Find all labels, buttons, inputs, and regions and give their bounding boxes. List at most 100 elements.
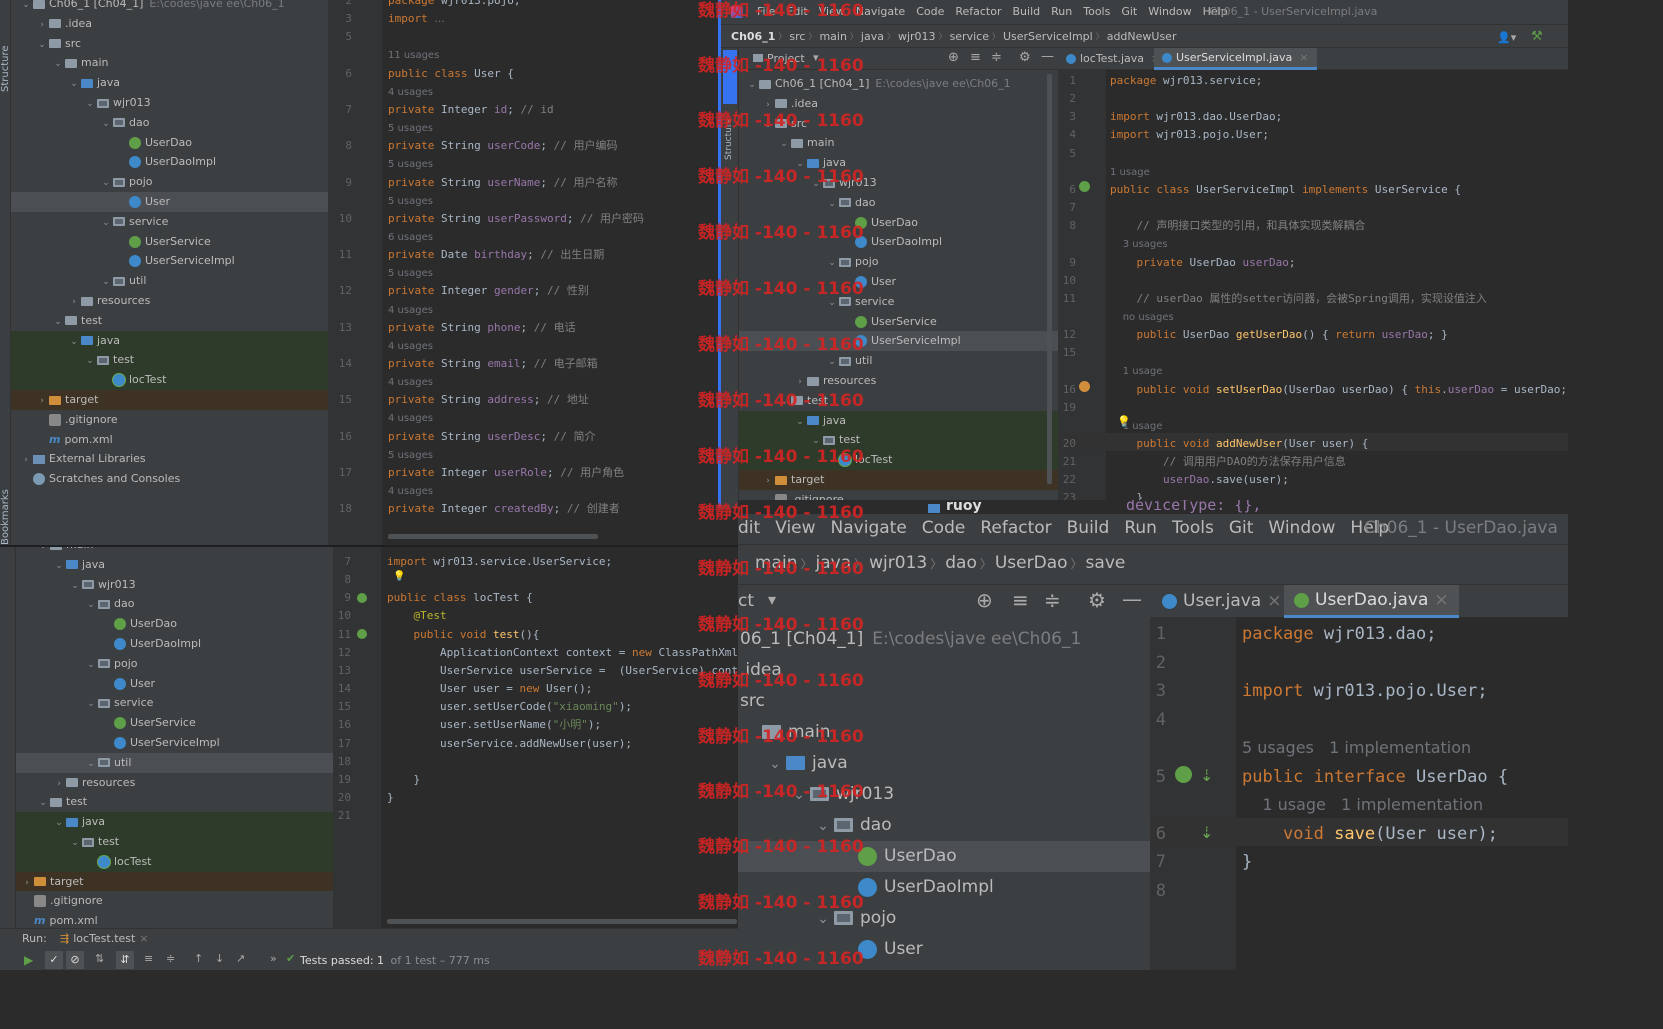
usages-hint-text[interactable]: 5 usages 1 implementation bbox=[1242, 738, 1471, 757]
tree-folder-row[interactable]: ⌄ service bbox=[16, 693, 333, 713]
chevron-down-icon[interactable]: ⌄ bbox=[36, 794, 50, 812]
bl-h-scrollbar[interactable] bbox=[387, 919, 737, 924]
sort-alpha-icon[interactable]: ⇅ bbox=[95, 952, 104, 965]
usages-hint-text[interactable]: 4 usages bbox=[388, 341, 433, 352]
usages-hint-text[interactable]: 11 usages bbox=[388, 50, 439, 61]
expand-all-icon[interactable]: ≡ bbox=[970, 50, 981, 65]
tr-structure-tab[interactable]: Structure bbox=[724, 110, 734, 160]
breadcrumb-item[interactable]: wjr013 bbox=[869, 553, 927, 573]
chevron-down-icon[interactable]: ⌄ bbox=[825, 294, 839, 312]
tree-file-row[interactable]: locTest bbox=[11, 370, 328, 390]
tree-folder-row[interactable]: ⌄ wjr013 bbox=[16, 575, 333, 595]
tab-userdao-java[interactable]: UserDao.java × bbox=[1284, 585, 1459, 618]
menu-item[interactable]: Tools bbox=[1083, 5, 1110, 18]
usages-hint-text[interactable]: 1 usage bbox=[1110, 366, 1163, 377]
close-icon[interactable]: × bbox=[1299, 51, 1308, 64]
chevron-down-icon[interactable]: ⌄ bbox=[52, 557, 66, 575]
chevron-down-icon[interactable]: ⌄ bbox=[35, 36, 49, 54]
tree-folder-row[interactable]: ⌄ java bbox=[739, 410, 1058, 431]
tree-folder-row[interactable]: ⌄ Ch06_1 [Ch04_1] E:\codes\jave ee\Ch06_1 bbox=[11, 0, 328, 14]
user-icon[interactable]: 👤▾ bbox=[1497, 31, 1516, 44]
chevron-down-icon[interactable]: ⌄ bbox=[777, 393, 791, 411]
run-test-gutter-icon[interactable] bbox=[357, 593, 367, 603]
chevron-down-icon[interactable]: ⌄ bbox=[67, 333, 81, 351]
tree-folder-row[interactable]: › resources bbox=[11, 291, 328, 311]
tree-folder-row[interactable]: ⌄ wjr013 bbox=[739, 173, 1058, 193]
tree-file-row[interactable]: locTest bbox=[16, 851, 333, 872]
chevron-down-icon[interactable]: ⌄ bbox=[825, 254, 839, 272]
chevron-down-icon[interactable]: ⌄ bbox=[825, 195, 839, 213]
tr-project-dropdown-icon[interactable]: ▾ bbox=[813, 51, 819, 64]
chevron-down-icon[interactable]: ⌄ bbox=[84, 695, 98, 713]
tree-file-row[interactable]: User bbox=[11, 192, 328, 212]
menu-item[interactable]: Code bbox=[916, 5, 944, 18]
tree-folder-row[interactable]: .idea bbox=[738, 655, 1150, 686]
chevron-down-icon[interactable]: ⌄ bbox=[51, 55, 65, 73]
tree-folder-row[interactable]: ⌄ wjr013 bbox=[738, 779, 1150, 810]
breadcrumb-item[interactable]: addNewUser bbox=[1107, 30, 1177, 43]
chevron-down-icon[interactable]: ⌄ bbox=[36, 547, 50, 555]
tree-file-row[interactable]: UserDaoImpl bbox=[11, 152, 328, 172]
chevron-down-icon[interactable]: ⌄ bbox=[68, 834, 82, 852]
tree-folder-row[interactable]: .gitignore bbox=[11, 410, 328, 430]
tree-folder-row[interactable]: ⌄ test bbox=[16, 832, 333, 852]
menu-item[interactable]: Git bbox=[1121, 5, 1137, 18]
tree-file-row[interactable]: UserDao bbox=[739, 213, 1058, 233]
tree-file-row[interactable]: UserServiceImpl bbox=[739, 331, 1058, 352]
tree-folder-row[interactable]: ⌄ test bbox=[11, 350, 328, 371]
chevron-down-icon[interactable]: ⌄ bbox=[764, 749, 786, 779]
collapse-all-icon[interactable]: ≑ bbox=[991, 50, 1002, 65]
chevron-down-icon[interactable]: ⌄ bbox=[809, 432, 823, 450]
br-project-dropdown-icon[interactable]: ▾ bbox=[768, 590, 776, 609]
tree-file-row[interactable]: UserDaoImpl bbox=[738, 872, 1150, 903]
tree-file-row[interactable]: User bbox=[738, 934, 1150, 965]
chevron-down-icon[interactable]: ⌄ bbox=[67, 75, 81, 93]
usages-hint-text[interactable]: 4 usages bbox=[388, 413, 433, 424]
tree-folder-row[interactable]: ⌄ src bbox=[739, 114, 1058, 134]
chevron-right-icon[interactable]: › bbox=[761, 472, 775, 490]
close-icon[interactable]: × bbox=[1434, 590, 1448, 610]
run-gutter-icon[interactable] bbox=[1079, 181, 1090, 192]
usages-hint-text[interactable]: 4 usages bbox=[388, 377, 433, 388]
menu-item[interactable]: Build bbox=[1013, 5, 1041, 18]
tree-folder-row[interactable]: 06_1 [Ch04_1] E:\codes\jave ee\Ch06_1 bbox=[738, 624, 1150, 655]
menu-item[interactable]: dit bbox=[738, 518, 760, 538]
usages-hint-text[interactable]: 6 usages bbox=[388, 232, 433, 243]
usages-hint-text[interactable]: 5 usages bbox=[388, 196, 433, 207]
usages-hint-text[interactable]: 1 usage bbox=[1110, 167, 1150, 178]
collapse-all-icon[interactable]: ≑ bbox=[1044, 588, 1061, 612]
usages-hint-text[interactable]: 1 usage 1 implementation bbox=[1242, 795, 1483, 814]
sort-duration-icon[interactable]: ⇵ bbox=[116, 951, 134, 969]
hide-panel-icon[interactable]: — bbox=[1122, 587, 1142, 611]
tree-folder-row[interactable]: ⌄ main bbox=[11, 53, 328, 73]
tree-file-row[interactable]: UserDaoImpl bbox=[16, 634, 333, 654]
tab-loctest-java[interactable]: locTest.java × bbox=[1066, 52, 1160, 65]
tree-file-row[interactable]: UserService bbox=[16, 713, 333, 733]
tree-folder-row[interactable]: ⌄ java bbox=[16, 812, 333, 832]
br-project-label[interactable]: ct bbox=[738, 591, 754, 611]
chevron-down-icon[interactable]: ⌄ bbox=[788, 780, 810, 810]
hide-panel-icon[interactable]: — bbox=[1041, 49, 1054, 64]
breadcrumb-item[interactable]: main bbox=[755, 553, 797, 573]
tree-folder-row[interactable]: ⌄ test bbox=[739, 391, 1058, 411]
tr-tree-scrollbar[interactable] bbox=[1047, 74, 1052, 484]
chevron-down-icon[interactable]: ⌄ bbox=[825, 353, 839, 371]
settings-gear-icon[interactable]: ⚙ bbox=[1088, 588, 1106, 612]
tree-folder-row[interactable]: ⌄ pojo bbox=[738, 903, 1150, 934]
prev-test-icon[interactable]: ↑ bbox=[194, 952, 203, 965]
menu-item[interactable]: Build bbox=[1067, 518, 1110, 538]
menu-item[interactable]: Git bbox=[1229, 518, 1254, 538]
close-icon[interactable]: × bbox=[1267, 591, 1281, 611]
tree-folder-row[interactable]: ⌄ java bbox=[738, 748, 1150, 779]
tree-folder-row[interactable]: m pom.xml bbox=[16, 911, 333, 928]
tree-folder-row[interactable]: ⌄ src bbox=[11, 34, 328, 54]
tree-folder-row[interactable]: › target bbox=[739, 470, 1058, 490]
menu-item[interactable]: View bbox=[819, 5, 845, 18]
tree-folder-row[interactable]: ⌄ dao bbox=[739, 193, 1058, 213]
tab-user-java[interactable]: User.java × bbox=[1162, 591, 1281, 611]
tr-project-tool-tab[interactable] bbox=[723, 50, 737, 104]
breadcrumb-item[interactable]: wjr013 bbox=[898, 30, 936, 43]
menu-item[interactable]: File bbox=[757, 5, 775, 18]
chevron-right-icon[interactable]: › bbox=[19, 451, 33, 469]
show-passed-icon[interactable]: ✓ bbox=[45, 951, 63, 969]
